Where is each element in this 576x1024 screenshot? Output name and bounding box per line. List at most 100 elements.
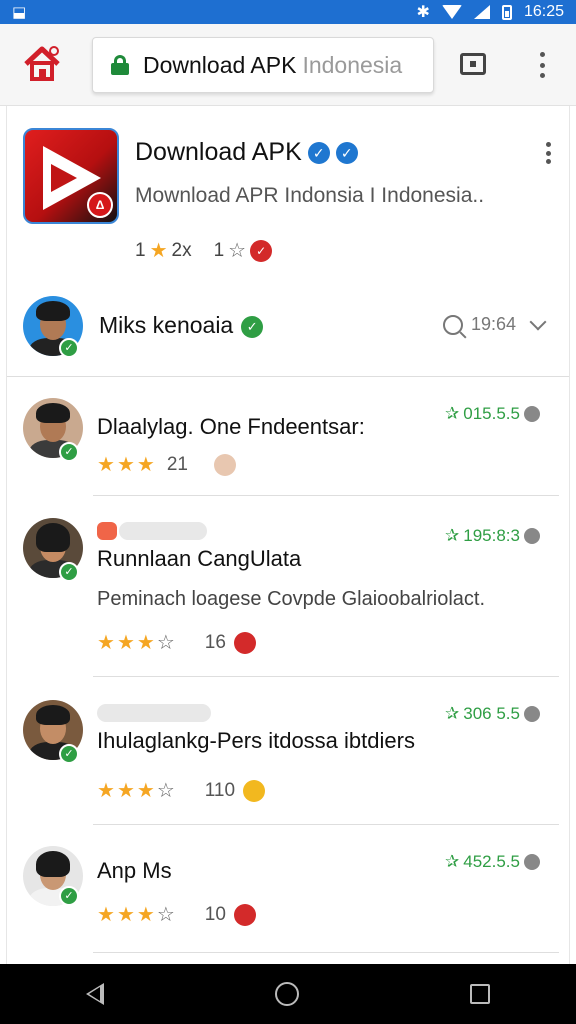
review-score: ✰ 015.5.5	[445, 404, 540, 424]
reviewer-name: Ihulaglankg-Pers itdossa ibtdiers	[97, 728, 415, 753]
wifi-icon	[441, 5, 462, 19]
address-bar[interactable]: Download APK Indonesia	[92, 37, 434, 93]
author-time: 19:64	[471, 314, 517, 334]
review-score: ✰ 452.5.5	[445, 852, 540, 872]
divider	[7, 376, 569, 377]
review-stars: ★ ★ ★ ☆ 16	[97, 630, 256, 655]
verified-check-icon: ✓	[59, 562, 79, 582]
star-icon: ★	[136, 632, 155, 654]
review-stars: ★ ★ ★ ☆ 110	[97, 778, 266, 803]
search-icon[interactable]	[443, 314, 463, 335]
star-icon: ★	[97, 632, 115, 654]
info-icon	[523, 406, 540, 422]
redacted-label	[97, 522, 117, 540]
home-button[interactable]	[20, 42, 64, 86]
star-outline-icon: ☆	[228, 240, 247, 262]
star-outline-icon: ☆	[156, 780, 175, 802]
lock-icon	[111, 55, 129, 75]
overflow-menu-icon[interactable]	[536, 52, 548, 78]
review-score: ✰ 306 5.5	[445, 704, 540, 724]
app-subtitle: Mownload APR Indonsia I Indonesia..	[135, 184, 485, 207]
home-nav-icon[interactable]	[274, 982, 299, 1006]
chevron-down-icon[interactable]	[529, 313, 547, 330]
info-icon	[523, 706, 540, 722]
bluetooth-icon: ✱	[416, 4, 430, 21]
divider	[93, 952, 559, 953]
review-item[interactable]: ✓ Ihulaglankg-Pers itdossa ibtdiers ✰ 30…	[7, 698, 569, 828]
review-count: 16	[204, 631, 226, 653]
heart-icon	[233, 903, 256, 926]
star-icon: ★	[136, 780, 155, 802]
system-nav-bar	[0, 964, 576, 1024]
score-text: 195:8:3	[463, 526, 520, 545]
card-menu-icon[interactable]	[543, 142, 553, 164]
rating-suffix: 2x	[171, 239, 192, 261]
status-icons: ✱ 16:25	[417, 2, 564, 22]
review-stars: ★ ★ ★ ☆ 10	[97, 902, 256, 927]
review-count: 110	[204, 779, 236, 801]
star-icon: ★	[136, 904, 155, 926]
star-icon: ★	[149, 240, 168, 262]
verified-badge-icon: ✓	[335, 142, 358, 165]
battery-icon	[501, 4, 512, 20]
divider	[93, 495, 559, 496]
verified-check-icon: ✓	[59, 744, 79, 764]
verified-check-icon: ✓	[59, 886, 79, 906]
reviewer-name: Dlaalylag. One Fndeentsar:	[97, 414, 365, 439]
review-text: Peminach loagese Covpde Glaioobalriolact…	[97, 588, 486, 610]
url-domain: Download APK	[143, 51, 297, 78]
play-icon-inner	[51, 164, 77, 192]
verified-icon: ✓	[307, 142, 330, 165]
review-item[interactable]: ✓ Dlaalylag. One Fndeentsar: ✰ 015.5.5 ★…	[7, 396, 569, 492]
app-icon[interactable]: Δ	[23, 128, 119, 224]
app-card: Δ Download APK ✓ ✓ Mownload APR Indonsia I…	[6, 106, 570, 964]
author-meta: 19:64	[443, 313, 547, 335]
back-icon[interactable]	[85, 983, 104, 1005]
review-count: 21	[166, 453, 188, 475]
app-title-row: Download APK ✓ ✓	[135, 138, 358, 167]
review-item[interactable]: ✓ Anp Ms ✰ 452.5.5 ★ ★ ★ ☆ 10	[7, 844, 569, 954]
thumb-icon: ✰	[445, 852, 460, 871]
divider	[93, 824, 559, 825]
star-icon: ★	[116, 904, 135, 926]
rating-count-2: 1	[213, 239, 225, 261]
recents-icon[interactable]	[470, 984, 491, 1004]
heart-icon: ✓	[250, 239, 273, 262]
app-rating: 1 ★ 2x 1 ☆ ✓	[135, 238, 273, 263]
redacted-text	[97, 704, 211, 722]
thumb-icon: ✰	[445, 404, 460, 423]
star-icon: ★	[116, 632, 135, 654]
author-name-row: Miks kenoaia ✓	[99, 312, 264, 339]
author-name: Miks kenoaia	[99, 312, 234, 338]
app-title: Download APK	[135, 138, 302, 166]
reviewer-name: Runnlaan CangUlata	[97, 546, 302, 571]
review-item[interactable]: ✓ Runnlaan CangUlata Peminach loagese Co…	[7, 516, 569, 666]
star-icon: ★	[136, 454, 155, 476]
star-icon: ★	[97, 904, 115, 926]
tab-switcher-icon[interactable]	[460, 53, 486, 75]
notification-icon: ⬓	[12, 4, 27, 21]
star-outline-icon: ☆	[156, 632, 175, 654]
emoji-icon	[243, 779, 266, 802]
signal-icon	[473, 5, 490, 19]
redacted-text	[119, 522, 207, 540]
browser-toolbar: Download APK Indonesia	[0, 24, 576, 106]
review-count: 10	[204, 903, 226, 925]
verified-check-icon: ✓	[59, 442, 79, 462]
status-time: 16:25	[523, 3, 564, 20]
info-icon	[523, 854, 540, 870]
reviewer-name: Anp Ms	[97, 858, 172, 883]
author-row[interactable]: ✓ Miks kenoaia ✓ 19:64	[7, 286, 569, 376]
emoji-icon	[213, 453, 236, 476]
thumb-icon: ✰	[445, 704, 460, 723]
check-icon: ✓	[241, 315, 264, 338]
review-stars: ★ ★ ★ 21	[97, 452, 236, 477]
rating-count: 1	[135, 239, 146, 261]
score-text: 306 5.5	[463, 704, 520, 723]
home-icon	[24, 46, 60, 81]
url-path: Indonesia	[302, 51, 403, 78]
review-score: ✰ 195:8:3	[445, 526, 540, 546]
heart-icon	[233, 631, 256, 654]
star-icon: ★	[97, 454, 115, 476]
score-text: 015.5.5	[463, 404, 520, 423]
